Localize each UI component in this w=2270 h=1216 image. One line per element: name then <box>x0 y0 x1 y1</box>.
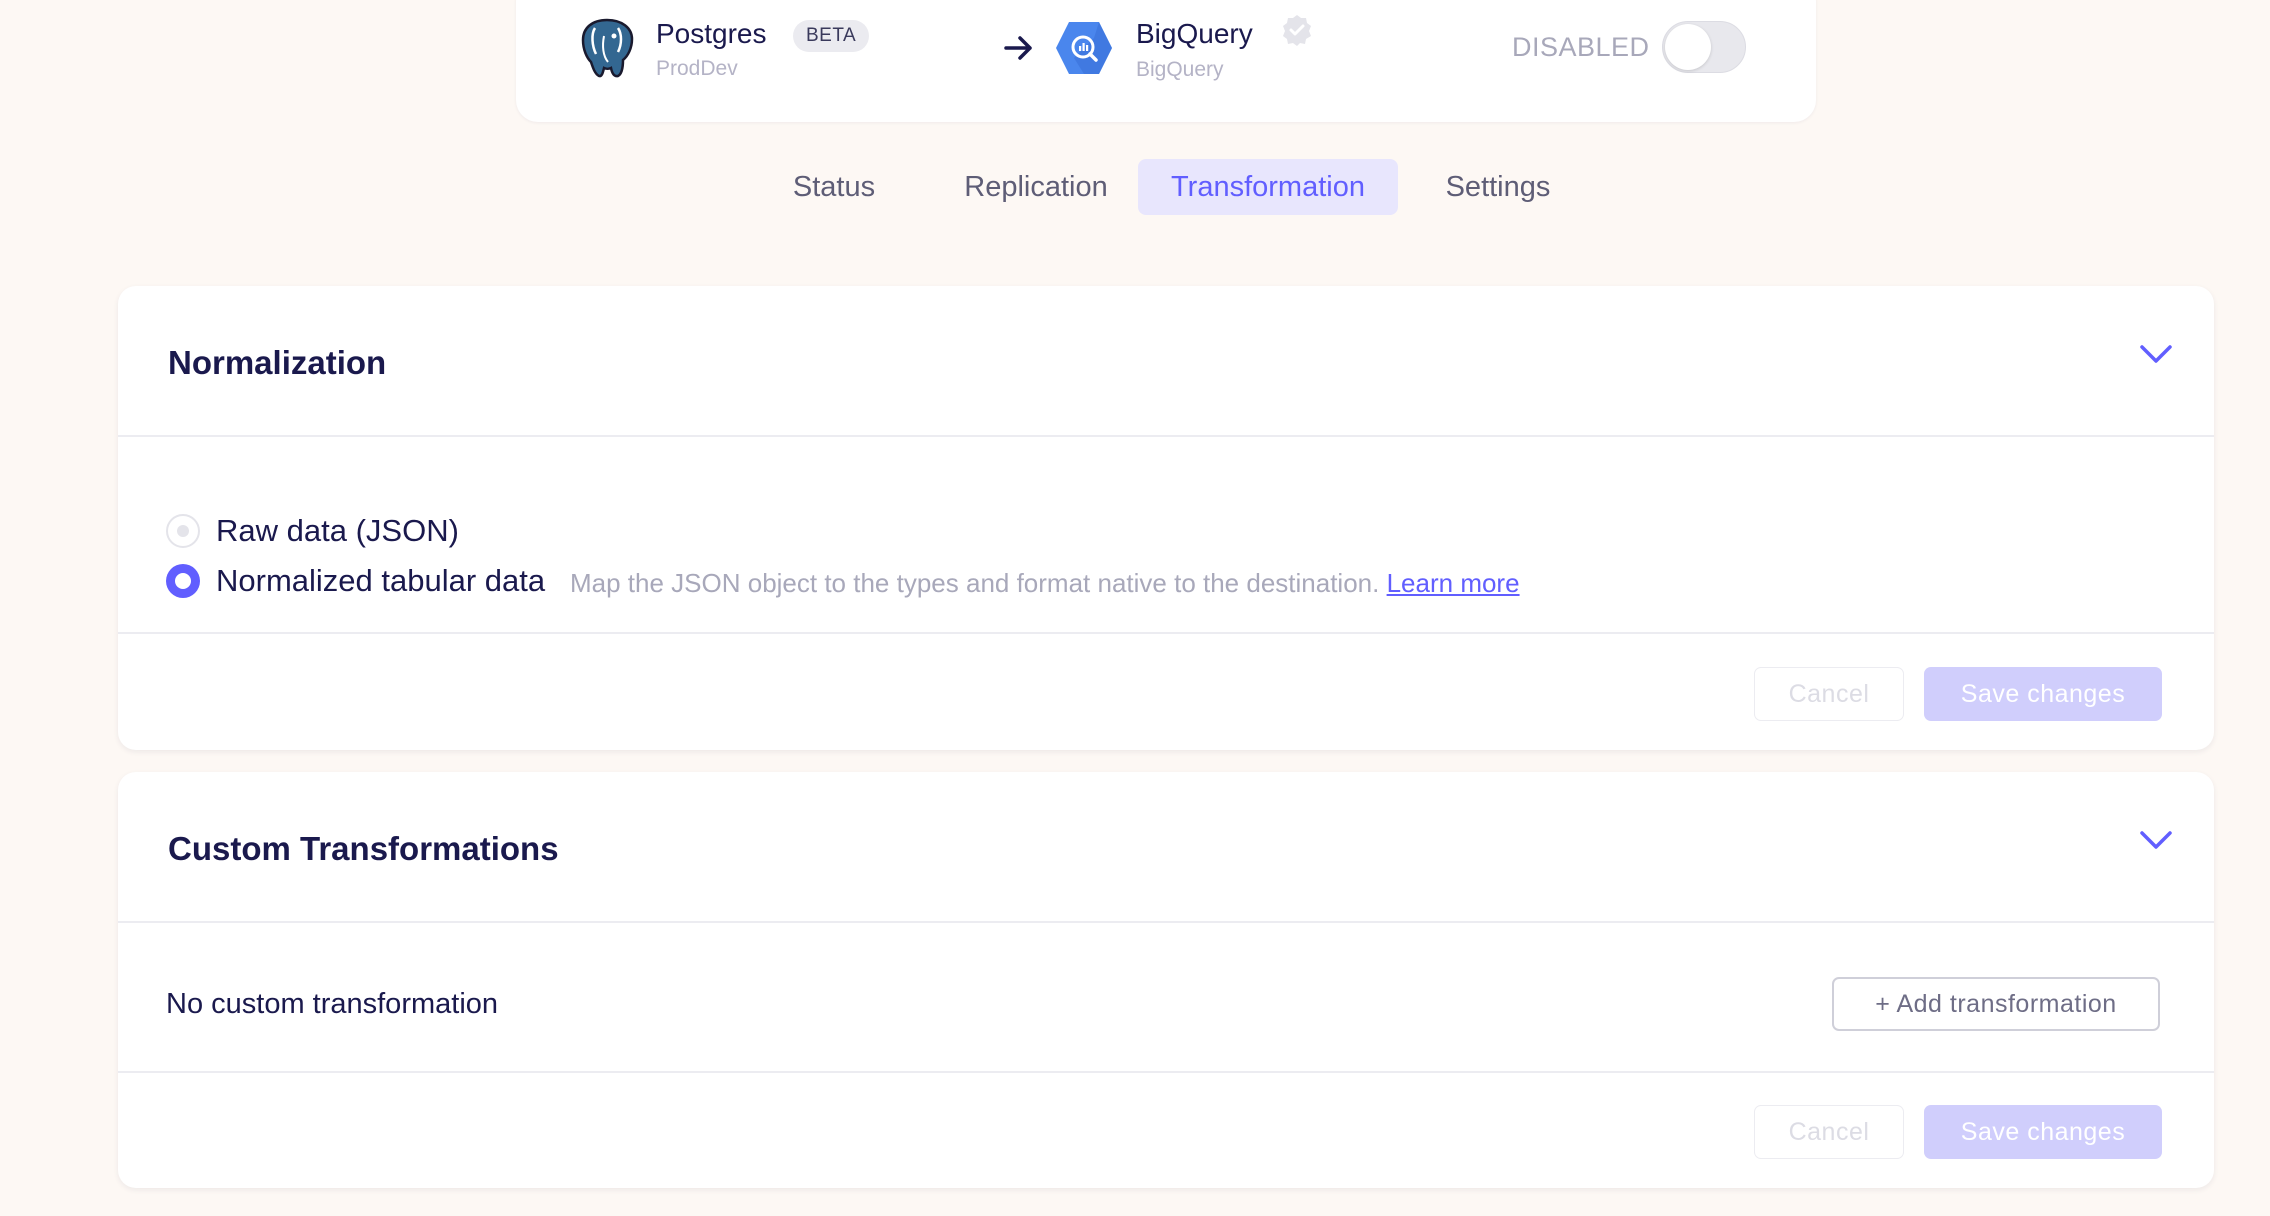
normalized-data-description: Map the JSON object to the types and for… <box>570 568 1520 599</box>
source-subtitle: ProdDev <box>656 57 738 80</box>
normalization-title: Normalization <box>168 344 387 381</box>
raw-data-radio[interactable] <box>166 514 200 548</box>
section-divider <box>118 921 2214 923</box>
section-divider <box>118 1071 2214 1073</box>
destination-subtitle: BigQuery <box>1136 58 1224 81</box>
destination-name: BigQuery <box>1136 18 1253 49</box>
normalization-save-button[interactable]: Save changes <box>1924 667 2162 721</box>
verified-badge-icon <box>1283 15 1311 46</box>
normalization-section: Normalization Raw data (JSON) Normalized… <box>118 286 2214 750</box>
section-divider <box>118 632 2214 634</box>
chevron-down-icon[interactable] <box>2138 342 2174 366</box>
normalized-data-radio[interactable] <box>166 564 200 598</box>
no-transformation-text: No custom transformation <box>166 988 499 1020</box>
custom-transformations-title: Custom Transformations <box>168 830 559 867</box>
section-divider <box>118 435 2214 437</box>
description-text: Map the JSON object to the types and for… <box>570 568 1380 598</box>
postgres-elephant-icon <box>581 18 634 78</box>
raw-data-label: Raw data (JSON) <box>216 513 459 548</box>
custom-transformations-cancel-button[interactable]: Cancel <box>1754 1105 1904 1159</box>
toggle-knob <box>1665 24 1711 70</box>
tab-transformation[interactable]: Transformation <box>1138 159 1398 215</box>
bigquery-hexagon-icon <box>1056 22 1112 74</box>
normalization-cancel-button[interactable]: Cancel <box>1754 667 1904 721</box>
add-transformation-button[interactable]: + Add transformation <box>1832 977 2160 1031</box>
connection-enabled-toggle[interactable] <box>1662 21 1746 73</box>
connection-status-label: DISABLED <box>1512 32 1650 62</box>
custom-transformations-save-button[interactable]: Save changes <box>1924 1105 2162 1159</box>
learn-more-link[interactable]: Learn more <box>1387 568 1520 598</box>
chevron-down-icon[interactable] <box>2138 828 2174 852</box>
tab-replication[interactable]: Replication <box>944 159 1128 215</box>
tab-settings[interactable]: Settings <box>1420 159 1576 215</box>
normalized-data-label: Normalized tabular data <box>216 563 546 598</box>
beta-badge: BETA <box>793 20 870 52</box>
arrow-right-icon <box>1004 36 1032 60</box>
tab-status[interactable]: Status <box>760 159 908 215</box>
source-name: Postgres <box>656 18 767 49</box>
custom-transformations-section: Custom Transformations No custom transfo… <box>118 772 2214 1188</box>
